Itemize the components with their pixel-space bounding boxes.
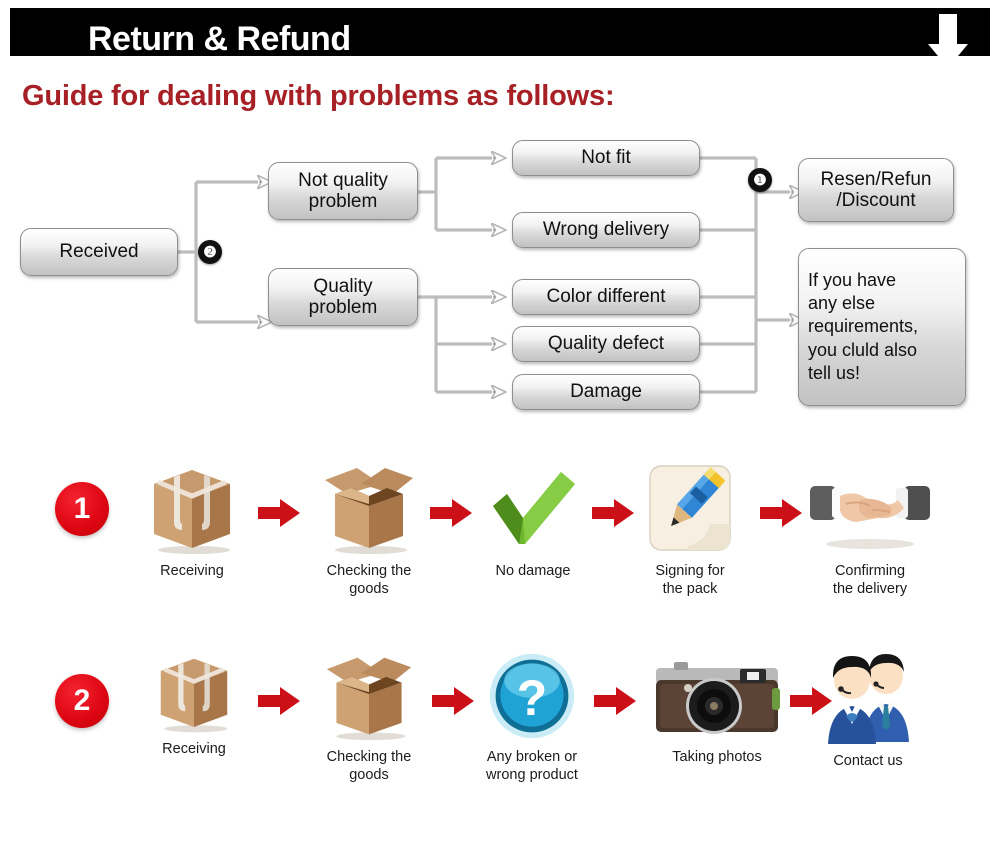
node-quality-defect-label: Quality defect <box>547 332 665 354</box>
node-received: Received <box>20 228 178 276</box>
red-right-arrow-icon <box>760 499 802 527</box>
node-quality-problem-label: Quality problem <box>308 275 378 318</box>
red-right-arrow-icon <box>258 687 300 715</box>
page-title: Return & Refund <box>88 20 351 58</box>
node-resend-refund-discount: Resen/Refun /Discount <box>798 158 954 222</box>
node-not-quality-problem: Not quality problem <box>268 162 418 220</box>
step-label: Checking the goods <box>326 563 412 598</box>
node-wrong-delivery: Wrong delivery <box>512 212 700 248</box>
step-any-broken: ? Any broken or wrong product <box>472 650 592 784</box>
closed-box-icon <box>144 460 240 556</box>
step-receiving-2: Receiving <box>140 650 248 758</box>
step-receiving-1: Receiving <box>138 460 246 580</box>
guide-heading: Guide for dealing with problems as follo… <box>22 80 615 112</box>
node-quality-defect: Quality defect <box>512 326 700 362</box>
return-refund-page: Return & Refund Guide for dealing with p… <box>0 0 1000 841</box>
step-checking-2: Checking the goods <box>310 650 428 784</box>
step-confirming: Confirming the delivery <box>806 460 934 598</box>
open-box-icon <box>323 650 415 742</box>
step-contact-us: Contact us <box>812 650 924 770</box>
step-checking-1: Checking the goods <box>310 460 428 598</box>
step-label: Any broken or wrong product <box>486 749 578 784</box>
branch-badge-two: ❶ <box>748 168 772 192</box>
step-label: Checking the goods <box>326 749 412 784</box>
step-signing: Signing for the pack <box>636 460 744 598</box>
down-arrow-icon <box>928 14 968 68</box>
open-box-icon <box>321 460 417 556</box>
red-right-arrow-icon <box>432 687 474 715</box>
node-wrong-delivery-label: Wrong delivery <box>542 218 670 240</box>
row-badge-2: 2 <box>55 674 109 728</box>
step-label: Taking photos <box>672 749 762 765</box>
node-not-fit: Not fit <box>512 140 700 176</box>
step-label: Receiving <box>162 741 226 757</box>
branch-badge-three: ❷ <box>198 240 222 264</box>
node-not-quality-problem-label: Not quality problem <box>298 169 388 212</box>
node-damage: Damage <box>512 374 700 410</box>
step-label: Receiving <box>160 563 224 579</box>
header-bar: Return & Refund <box>10 8 990 68</box>
step-taking-photos: Taking photos <box>644 654 790 766</box>
step-label: Confirming the delivery <box>832 563 908 598</box>
step-label: No damage <box>495 563 571 579</box>
node-not-fit-label: Not fit <box>581 146 631 168</box>
problem-flowchart: Received ❷ Not quality problem Quality p… <box>0 130 1000 420</box>
node-quality-problem: Quality problem <box>268 268 418 326</box>
node-more-requirements: If you have any else requirements, you c… <box>798 248 966 406</box>
node-color-different-label: Color different <box>546 285 666 307</box>
closed-box-icon <box>152 650 236 734</box>
row-badge-1: 1 <box>55 482 109 536</box>
red-right-arrow-icon <box>594 687 636 715</box>
red-right-arrow-icon <box>592 499 634 527</box>
node-more-requirements-label: If you have any else requirements, you c… <box>808 269 919 384</box>
red-right-arrow-icon <box>430 499 472 527</box>
question-mark-icon: ? <box>486 650 578 742</box>
camera-icon <box>644 654 790 742</box>
step-no-damage: No damage <box>478 460 588 580</box>
process-row-1: 1 Receiving Checking the goods No damage… <box>0 460 1000 640</box>
green-check-icon <box>485 460 581 556</box>
svg-text:?: ? <box>517 670 547 726</box>
red-right-arrow-icon <box>258 499 300 527</box>
handshake-icon <box>806 460 934 556</box>
process-row-2: 2 Receiving Checking the goods ? Any bro… <box>0 650 1000 830</box>
support-people-icon <box>812 650 924 746</box>
node-color-different: Color different <box>512 279 700 315</box>
step-label: Signing for the pack <box>655 563 725 598</box>
pencil-sign-icon <box>642 460 738 556</box>
step-label: Contact us <box>833 753 903 769</box>
node-received-label: Received <box>59 240 139 262</box>
node-resend-refund-discount-label: Resen/Refun /Discount <box>820 168 932 211</box>
node-damage-label: Damage <box>570 380 642 402</box>
